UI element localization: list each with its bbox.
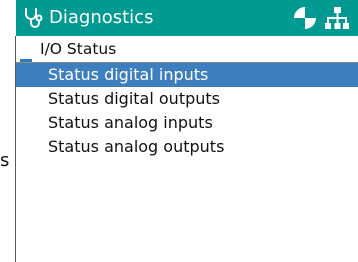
scroll-indicator <box>20 59 32 62</box>
device-screen: Diagnostics I/O Status Status digital in… <box>16 0 358 262</box>
breadcrumb: I/O Status <box>16 36 358 63</box>
menu-list: Status digital inputs Status digital out… <box>16 63 358 159</box>
header-title: Diagnostics <box>49 7 154 28</box>
status-icons <box>292 5 350 31</box>
network-icon <box>325 7 349 29</box>
header-bar: Diagnostics <box>16 0 358 36</box>
quadrant-status-icon <box>294 7 316 29</box>
menu-item-status-digital-outputs[interactable]: Status digital outputs <box>16 87 358 111</box>
stethoscope-icon <box>25 8 43 28</box>
menu-item-status-analog-outputs[interactable]: Status analog outputs <box>16 135 358 159</box>
clipped-side-text: s <box>0 150 10 171</box>
page-title: I/O Status <box>40 40 117 58</box>
menu-item-status-analog-inputs[interactable]: Status analog inputs <box>16 111 358 135</box>
menu-item-status-digital-inputs[interactable]: Status digital inputs <box>16 63 358 87</box>
